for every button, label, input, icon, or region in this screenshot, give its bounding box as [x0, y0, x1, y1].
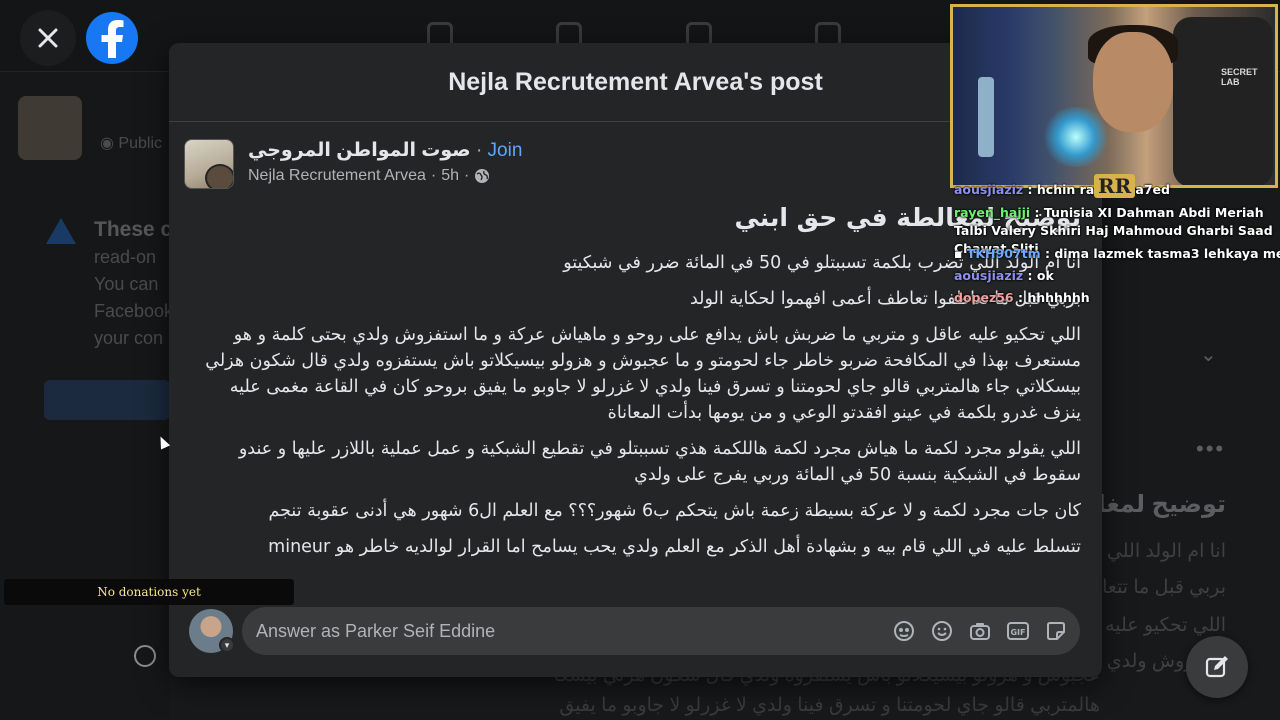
chat-username: aousjiaziz [954, 268, 1024, 283]
comment-composer: ▾ Answer as Parker Seif Eddine GIF [169, 599, 1102, 677]
edit-icon [1205, 656, 1228, 678]
separator-dot: · [475, 140, 483, 161]
group-name-link[interactable]: صوت المواطن المروجي [248, 140, 471, 161]
post-paragraph: بربي قبل ما تعاطفوا تعاطف أعمى افهموا لح… [689, 289, 1081, 309]
donations-widget: No donations yet [4, 579, 294, 605]
chat-message: ▪ TKH907tm : dima lazmek tasma3 lehkaya … [954, 246, 1280, 261]
background-post-line: بربي قبل ما تتعا [1102, 577, 1226, 598]
notice-line: You can [94, 274, 159, 294]
visibility-label: Public [118, 135, 162, 152]
new-message-button[interactable] [1186, 636, 1248, 698]
gaming-chair [1173, 17, 1273, 185]
author-avatar[interactable] [205, 164, 233, 188]
comment-placeholder: Answer as Parker Seif Eddine [256, 621, 496, 641]
background-post-line: انا ام الولد اللي [1106, 541, 1226, 562]
author-name-link[interactable]: Nejla Recrutement Arvea [248, 167, 426, 185]
loading-circle-icon [134, 645, 156, 667]
streamer-face [1093, 32, 1173, 132]
chat-text: hhhhhhh [1027, 290, 1090, 305]
post-paragraph: اللي تحكيو عليه عاقل و متربي ما ضربش باش… [205, 325, 1081, 423]
chevron-down-icon[interactable]: ▾ [219, 637, 235, 653]
gif-icon[interactable]: GIF [1006, 619, 1030, 643]
globe-icon: ◉ [100, 135, 114, 152]
chat-badge-icon: ▪ [954, 246, 963, 261]
dialog-title: Nejla Recrutement Arvea's post [448, 67, 823, 96]
group-avatar[interactable] [184, 139, 234, 189]
emoji-icon[interactable] [930, 619, 954, 643]
notice-line: Facebook [94, 301, 174, 321]
chat-username: aousjiaziz [954, 182, 1024, 197]
globe-icon [475, 169, 490, 183]
notice-title: These c [94, 218, 173, 241]
water-bottle [978, 77, 994, 157]
comment-tools: GIF [892, 619, 1068, 643]
background-visibility: ◉ Public [100, 133, 162, 153]
background-button [44, 380, 170, 420]
chat-message: dopez56 : hhhhhhh [954, 290, 1090, 305]
post-heading: توضيح لمغالطة في حق ابني [734, 203, 1081, 232]
background-thumbnail [18, 96, 82, 160]
post-paragraph: كان جات مجرد لكمة و لا عركة بسيطة زعمة ب… [268, 501, 1081, 521]
post-paragraph: تتسلط عليه في اللي قام بيه و بشهادة أهل … [268, 537, 1081, 557]
close-icon [38, 28, 58, 48]
sticker-icon[interactable] [1044, 619, 1068, 643]
facebook-f-glyph [101, 20, 124, 58]
post-paragraph: اللي يقولو مجرد لكمة ما هياش مجرد لكمة ه… [238, 439, 1081, 485]
close-button[interactable] [20, 10, 76, 66]
post-time[interactable]: 5h [441, 167, 459, 185]
chat-text: ok [1036, 268, 1054, 283]
background-post-line: هالمتربي قالو جاي لحومتنا و تسرق فينا ول… [555, 695, 1100, 716]
webcam-overlay: SECRET LAB [950, 4, 1278, 188]
background-post-line: اللي تحكيو عليه [1105, 615, 1226, 636]
svg-text:GIF: GIF [1010, 628, 1025, 637]
stream-logo: RR [1094, 174, 1136, 198]
comment-input[interactable]: Answer as Parker Seif Eddine GIF [242, 607, 1080, 655]
chat-message: aousjiaziz : ok [954, 268, 1054, 283]
join-button[interactable]: Join [488, 140, 523, 161]
group-name-line: صوت المواطن المروجي · Join [248, 139, 522, 162]
facebook-logo-icon[interactable] [86, 12, 138, 64]
light-glow [1041, 107, 1111, 167]
notice-line: your con [94, 328, 164, 348]
warning-icon [46, 218, 76, 244]
avatar-sticker-icon[interactable] [892, 619, 916, 643]
chat-username: dopez56 [954, 290, 1014, 305]
separator-dot: · [463, 167, 470, 184]
chat-username: TKH907tm [966, 246, 1041, 261]
post-body: توضيح لمغالطة في حق ابني انا ام الولد ال… [189, 203, 1081, 570]
post-paragraph: انا ام الولد اللي تضرب بلكمة تسببتلو في … [563, 253, 1081, 273]
background-post-title: توضيح لمغا [1097, 491, 1226, 518]
camera-icon[interactable] [968, 619, 992, 643]
chat-text: dima lazmek tasma3 lehkaya mel chirtin [1054, 246, 1280, 261]
chair-brand: SECRET LAB [1221, 67, 1258, 87]
chevron-down-icon: ⌄ [1200, 344, 1217, 366]
separator-dot: · [430, 167, 437, 184]
post-meta: Nejla Recrutement Arvea · 5h · [248, 167, 490, 185]
notice-line: read-on [94, 247, 157, 267]
chat-username: rayen_hajji [954, 205, 1031, 220]
chat-message: aousjiaziz : hchin rabyy wa7ed [954, 182, 1170, 197]
more-options-icon: ••• [1196, 436, 1226, 461]
